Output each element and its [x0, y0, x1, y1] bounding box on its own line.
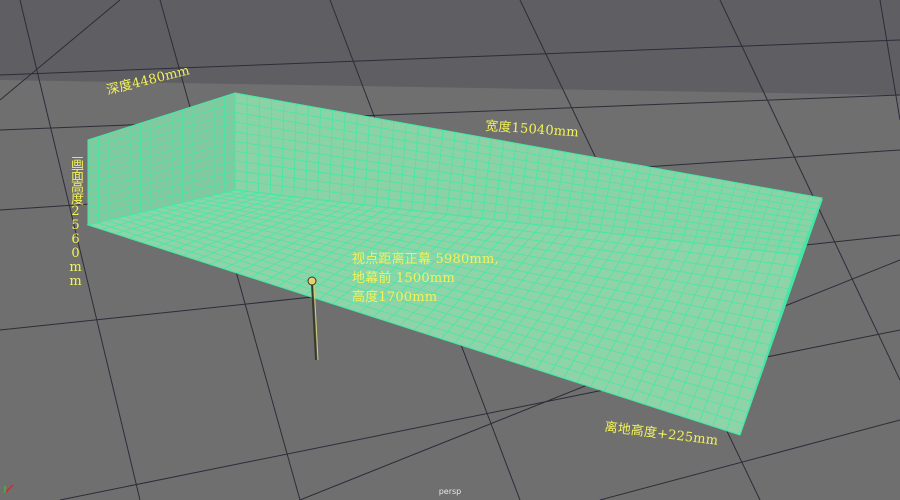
axis-gizmo-icon [4, 484, 14, 494]
ground-grid-line [59, 329, 900, 500]
viewpoint-distance-line: 视点距离正幕 5980mm, [352, 252, 499, 267]
viewpoint-annotation: 视点距离正幕 5980mm, 地幕前 1500mm 高度1700mm [352, 250, 499, 307]
camera-view-label: persp [438, 487, 462, 496]
viewpoint-front-line: 地幕前 1500mm [352, 271, 455, 286]
viewpoint-height-line: 高度1700mm [352, 290, 438, 305]
screen-height-annotation: 画面高度2560mm [68, 156, 83, 288]
perspective-viewport[interactable]: 深度4480mm 宽度15040mm 画面高度2560mm 视点距离正幕 598… [0, 0, 900, 500]
